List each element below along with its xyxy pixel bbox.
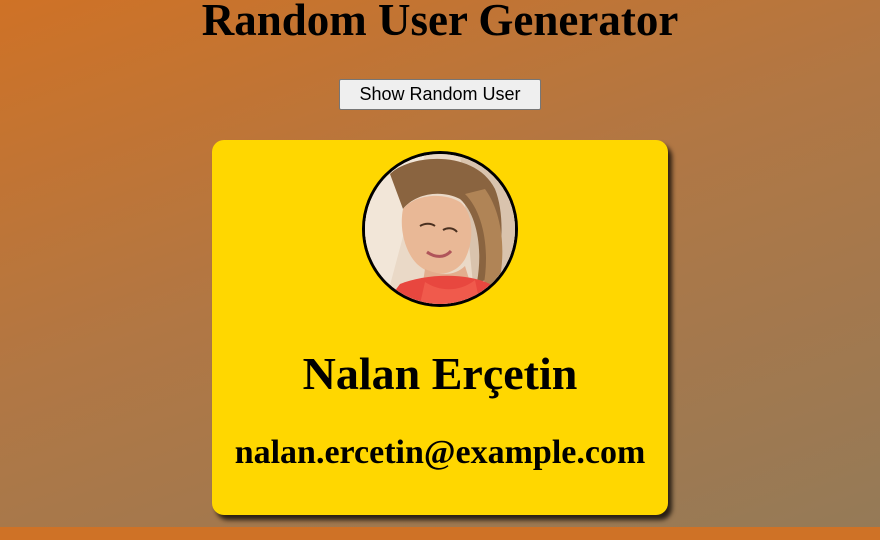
user-email: nalan.ercetin@example.com xyxy=(234,434,646,471)
user-card: Nalan Erçetin nalan.ercetin@example.com xyxy=(212,140,668,515)
page-title: Random User Generator xyxy=(201,0,679,45)
show-random-user-button[interactable]: Show Random User xyxy=(339,79,541,110)
user-photo xyxy=(365,154,515,304)
page-bottom-strip xyxy=(0,527,880,540)
avatar xyxy=(362,151,518,307)
user-name: Nalan Erçetin xyxy=(302,348,578,399)
